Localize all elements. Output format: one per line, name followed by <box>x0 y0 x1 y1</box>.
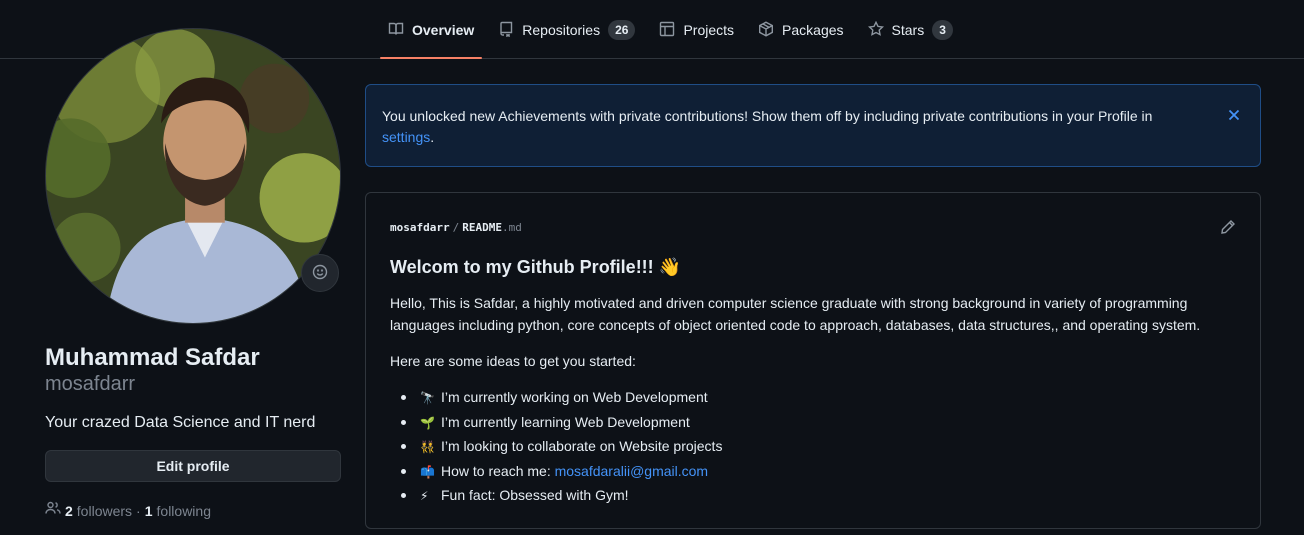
readme-file-link[interactable]: README <box>462 221 502 234</box>
tab-label: Packages <box>782 22 844 38</box>
readme-heading: Welcom to my Github Profile!!! 👋 <box>390 257 682 277</box>
readme-owner-link[interactable]: mosafdarr <box>390 221 450 234</box>
tab-projects[interactable]: Projects <box>651 14 742 46</box>
list-item: 🔭 I’m currently working on Web Developmen… <box>390 386 722 411</box>
mailbox-icon: 📫 <box>420 464 435 479</box>
telescope-icon: 🔭 <box>420 391 435 405</box>
repo-icon <box>498 21 514 40</box>
profile-full-name: Muhammad Safdar <box>45 344 260 371</box>
list-item-text: I’m looking to collaborate on Website pr… <box>441 438 723 454</box>
following-link[interactable]: following <box>157 501 211 521</box>
path-separator: / <box>452 221 460 234</box>
list-item-text: I’m currently working on Web Development <box>441 389 708 405</box>
repositories-counter: 26 <box>608 20 636 40</box>
profile-bio: Your crazed Data Science and IT nerd <box>45 414 316 431</box>
tab-label: Projects <box>683 22 735 38</box>
list-item: 👯 I’m looking to collaborate on Website p… <box>390 435 722 460</box>
separator-dot: · <box>136 502 141 519</box>
tab-overview[interactable]: Overview <box>380 14 483 59</box>
seedling-icon: 🌱 <box>420 415 435 430</box>
table-icon <box>659 21 675 40</box>
tab-label: Repositories <box>522 22 601 38</box>
book-icon <box>388 21 404 40</box>
star-icon <box>867 20 884 40</box>
followers-link[interactable]: followers <box>77 501 132 521</box>
follow-stats: 2 followers · 1 following <box>45 500 211 521</box>
readme-extension: .md <box>501 221 522 234</box>
list-item: 🌱 I’m currently learning Web Development <box>390 411 722 436</box>
readme-list: 🔭 I’m currently working on Web Developmen… <box>390 386 722 509</box>
tab-packages[interactable]: Packages <box>750 14 851 46</box>
settings-link[interactable]: settings <box>382 129 430 145</box>
tab-stars[interactable]: Stars 3 <box>860 14 961 46</box>
package-icon <box>758 20 774 40</box>
edit-profile-button[interactable]: Edit profile <box>45 450 341 482</box>
tab-label: Overview <box>412 22 475 38</box>
pencil-icon <box>1220 220 1236 238</box>
profile-tabs: Overview Repositories 26 Projects Packag… <box>380 14 969 59</box>
smiley-icon <box>312 264 328 283</box>
list-item: 📫 How to reach me: mosafdaralii@gmail.com <box>390 460 722 485</box>
tab-label: Stars <box>891 22 925 38</box>
email-link[interactable]: mosafdaralii@gmail.com <box>555 463 708 479</box>
avatar-photo <box>46 29 340 323</box>
readme-ideas: Here are some ideas to get you started: <box>390 353 636 369</box>
readme-breadcrumb: mosafdarr / README.md <box>390 221 522 234</box>
stars-counter: 3 <box>932 20 953 40</box>
readme-card: mosafdarr / README.md Welcom to my Github … <box>365 192 1261 529</box>
avatar[interactable] <box>45 28 341 324</box>
followers-count[interactable]: 2 <box>65 501 73 521</box>
list-item: ⚡ Fun fact: Obsessed with Gym! <box>390 484 722 509</box>
edit-readme-button[interactable] <box>1220 219 1236 235</box>
lightning-icon: ⚡ <box>420 489 429 503</box>
tab-repositories[interactable]: Repositories 26 <box>490 14 643 46</box>
achievements-banner: You unlocked new Achievements with priva… <box>365 84 1261 167</box>
dancers-icon: 👯 <box>420 440 435 454</box>
list-item-text: How to reach me: <box>441 462 555 479</box>
close-icon <box>1226 109 1242 126</box>
banner-text: You unlocked new Achievements with priva… <box>382 108 1153 124</box>
banner-period: . <box>430 129 435 145</box>
list-item-text: Fun fact: Obsessed with Gym! <box>441 487 629 503</box>
set-status-button[interactable] <box>301 254 339 292</box>
list-item-text: I’m currently learning Web Development <box>441 413 690 430</box>
people-icon <box>45 500 61 521</box>
following-count[interactable]: 1 <box>145 501 153 521</box>
readme-intro: Hello, This is Safdar, a highly motivate… <box>390 295 1201 333</box>
profile-username: mosafdarr <box>45 373 136 395</box>
dismiss-banner-button[interactable] <box>1226 107 1242 123</box>
